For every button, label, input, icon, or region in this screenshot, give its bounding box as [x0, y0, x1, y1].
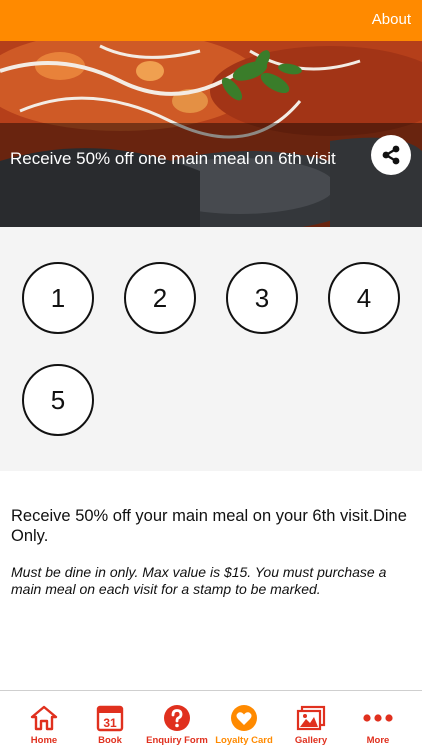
- offer-title: Receive 50% off one main meal on 6th vis…: [10, 149, 336, 168]
- share-icon: [382, 145, 400, 165]
- tab-enquiry-label: Enquiry Form: [146, 735, 208, 746]
- stamp-3[interactable]: 3: [226, 262, 298, 334]
- calendar-day: 31: [103, 716, 117, 730]
- tab-loyalty-card[interactable]: Loyalty Card: [209, 691, 279, 750]
- tab-gallery[interactable]: Gallery: [276, 691, 346, 750]
- tab-home[interactable]: Home: [9, 691, 79, 750]
- about-link[interactable]: About: [372, 11, 411, 28]
- stamp-2[interactable]: 2: [124, 262, 196, 334]
- share-button[interactable]: [371, 135, 411, 175]
- tab-loyalty-label: Loyalty Card: [215, 735, 273, 746]
- tab-more-label: More: [366, 735, 390, 746]
- offer-terms: Must be dine in only. Max value is $15. …: [11, 564, 387, 597]
- question-icon: [164, 705, 190, 731]
- home-icon: [30, 705, 58, 731]
- tab-home-label: Home: [30, 735, 58, 746]
- tab-book-label: Book: [98, 735, 122, 746]
- tab-gallery-label: Gallery: [294, 735, 328, 746]
- stamp-4[interactable]: 4: [328, 262, 400, 334]
- more-dots-icon: [363, 714, 393, 722]
- stamp-1[interactable]: 1: [22, 262, 94, 334]
- offer-description: Receive 50% off your main meal on your 6…: [11, 507, 407, 545]
- tab-enquiry-form[interactable]: Enquiry Form: [142, 691, 212, 750]
- stamp-5[interactable]: 5: [22, 364, 94, 436]
- bottom-tab-bar: Home 31 Book Enquiry Form Loyalty Card G…: [0, 690, 422, 750]
- tab-book[interactable]: 31 Book: [75, 691, 145, 750]
- gallery-icon: [296, 705, 326, 731]
- top-bar: About: [0, 0, 422, 41]
- calendar-icon: 31: [96, 705, 124, 732]
- offer-hero: Receive 50% off one main meal on 6th vis…: [0, 41, 422, 227]
- stamp-card: 1 2 3 4 5: [0, 227, 422, 471]
- heart-icon: [231, 705, 257, 731]
- tab-more[interactable]: More: [343, 691, 413, 750]
